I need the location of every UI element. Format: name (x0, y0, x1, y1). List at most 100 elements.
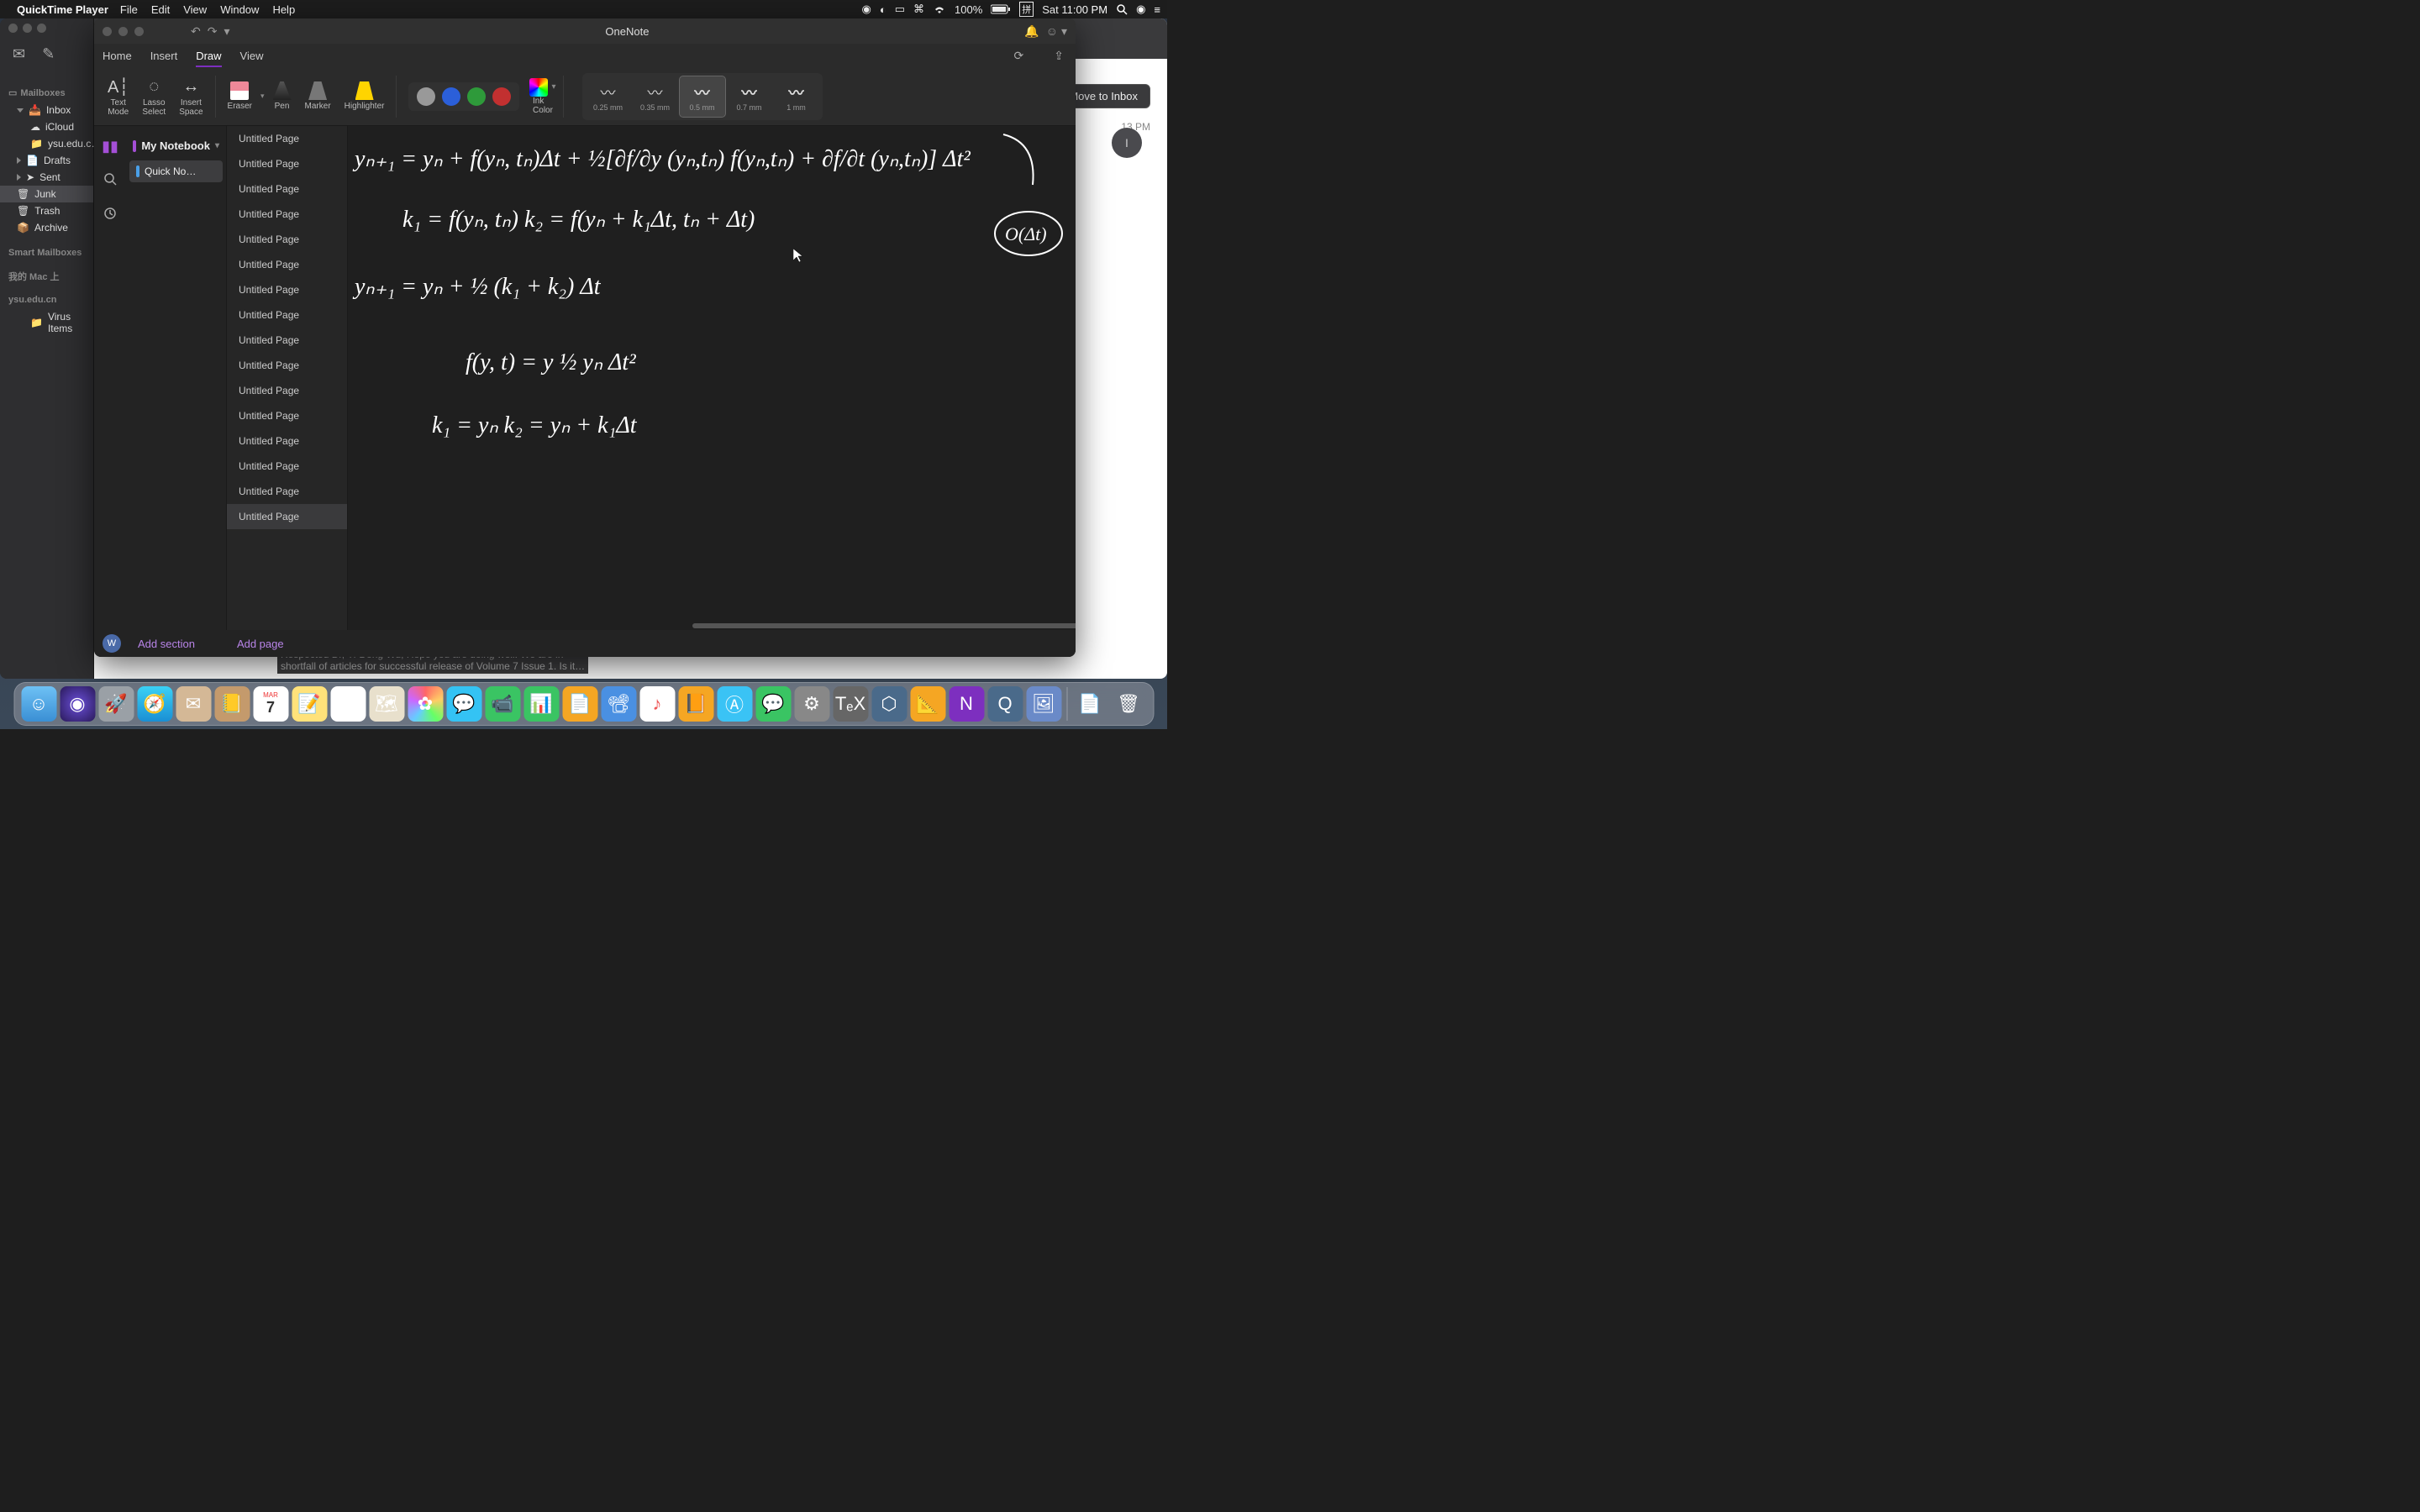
page-item[interactable]: Untitled Page (227, 378, 347, 403)
close-button[interactable] (103, 27, 112, 36)
page-item[interactable]: Untitled Page (227, 504, 347, 529)
color-gray[interactable] (417, 87, 435, 106)
disclosure-icon[interactable] (17, 174, 21, 181)
dock-trash[interactable]: 🗑 (1111, 686, 1146, 722)
dock-maps[interactable]: 🗺 (369, 686, 404, 722)
add-page-button[interactable]: Add page (237, 638, 284, 650)
add-section-button[interactable]: Add section (138, 638, 195, 650)
horizontal-scrollbar[interactable] (692, 623, 1076, 628)
zoom-button[interactable] (134, 27, 144, 36)
dock-pages[interactable]: 📄 (562, 686, 597, 722)
dock-itunes[interactable]: ♪ (639, 686, 675, 722)
dock-quicktime[interactable]: Q (987, 686, 1023, 722)
page-item[interactable]: Untitled Page (227, 176, 347, 202)
page-item[interactable]: Untitled Page (227, 202, 347, 227)
thickness-05[interactable]: 〰0.5 mm (680, 76, 725, 117)
dock-onenote[interactable]: N (949, 686, 984, 722)
minimize-button[interactable] (118, 27, 128, 36)
notebooks-icon[interactable]: ▮▮ (102, 138, 118, 155)
close-button[interactable] (8, 24, 18, 33)
dock-reminders[interactable]: ☑ (330, 686, 366, 722)
input-method-icon[interactable]: 拼 (1019, 2, 1034, 17)
dock-octave[interactable]: ⬡ (871, 686, 907, 722)
search-icon[interactable] (103, 172, 117, 190)
dock-siri[interactable]: ◉ (60, 686, 95, 722)
ink-canvas[interactable]: yₙ₊₁ = yₙ + f(yₙ, tₙ)Δt + ½[∂f/∂y (yₙ,tₙ… (348, 126, 1076, 630)
dock-safari[interactable]: 🧭 (137, 686, 172, 722)
color-red[interactable] (492, 87, 511, 106)
sent-item[interactable]: ➤Sent (0, 169, 93, 186)
page-item[interactable]: Untitled Page (227, 302, 347, 328)
tab-draw[interactable]: Draw (196, 50, 221, 67)
text-mode-button[interactable]: A┆ Text Mode (103, 76, 134, 117)
notification-center-icon[interactable]: ≡ (1154, 3, 1160, 16)
dock-matlab[interactable]: 📐 (910, 686, 945, 722)
dock-photos[interactable]: ✿ (408, 686, 443, 722)
menu-edit[interactable]: Edit (151, 3, 170, 16)
siri-icon[interactable]: ◉ (1136, 3, 1145, 16)
dock-notes[interactable]: 📝 (292, 686, 327, 722)
menu-help[interactable]: Help (272, 3, 295, 16)
dock-preferences[interactable]: ⚙ (794, 686, 829, 722)
airplay-icon[interactable]: ▭ (895, 3, 905, 16)
minimize-button[interactable] (23, 24, 32, 33)
app-name[interactable]: QuickTime Player (17, 3, 108, 16)
record-status-icon[interactable]: ◉ (862, 3, 871, 16)
menu-file[interactable]: File (120, 3, 138, 16)
thickness-07[interactable]: 〰0.7 mm (727, 76, 772, 117)
page-item[interactable]: Untitled Page (227, 227, 347, 252)
undo-icon[interactable]: ↶ (191, 24, 201, 39)
notebook-dropdown[interactable]: My Notebook ▾ (126, 134, 226, 157)
dock-wechat[interactable]: 💬 (755, 686, 791, 722)
dock-messages[interactable]: 💬 (446, 686, 481, 722)
redo-icon[interactable]: ↷ (208, 24, 218, 39)
qat-customize-icon[interactable]: ▾ (224, 24, 229, 39)
clock[interactable]: Sat 11:00 PM (1042, 3, 1107, 16)
lasso-select-button[interactable]: ◌ Lasso Select (137, 76, 171, 117)
ysu-inbox-item[interactable]: 📁ysu.edu.c… (0, 135, 93, 152)
page-item[interactable]: Untitled Page (227, 353, 347, 378)
tab-insert[interactable]: Insert (150, 50, 178, 62)
page-item[interactable]: Untitled Page (227, 428, 347, 454)
pen-button[interactable]: Pen (268, 79, 297, 113)
menu-view[interactable]: View (183, 3, 207, 16)
inbox-item[interactable]: 📥Inbox (0, 102, 93, 118)
spotlight-icon[interactable] (1116, 3, 1128, 15)
color-green[interactable] (467, 87, 486, 106)
page-item[interactable]: Untitled Page (227, 151, 347, 176)
compose-icon[interactable]: ✎ (42, 45, 55, 63)
junk-item[interactable]: 🗑Junk (0, 186, 93, 202)
dock-facetime[interactable]: 📹 (485, 686, 520, 722)
trash-item[interactable]: 🗑Trash (0, 202, 93, 219)
dock-launchpad[interactable]: 🚀 (98, 686, 134, 722)
sync-icon[interactable]: ⟳ (1014, 49, 1024, 63)
menu-window[interactable]: Window (220, 3, 259, 16)
marker-button[interactable]: Marker (300, 79, 336, 113)
dock-books[interactable]: 📙 (678, 686, 713, 722)
share-icon[interactable]: ⇪ (1054, 49, 1064, 63)
thickness-1[interactable]: 〰1 mm (774, 76, 819, 117)
notifications-icon[interactable]: 🔔 (1024, 24, 1039, 39)
drafts-item[interactable]: 📄Drafts (0, 152, 93, 169)
disclosure-icon[interactable] (17, 157, 21, 164)
icloud-inbox-item[interactable]: ☁iCloud (0, 118, 93, 135)
dock-numbers[interactable]: 📊 (523, 686, 559, 722)
bluetooth-icon[interactable]: ⌘ (913, 3, 924, 16)
dock-finder[interactable]: ☺ (21, 686, 56, 722)
dock-mail[interactable]: ✉ (176, 686, 211, 722)
wifi-icon[interactable] (933, 4, 946, 14)
tab-view[interactable]: View (240, 50, 264, 62)
dock-contacts[interactable]: 📒 (214, 686, 250, 722)
insert-space-button[interactable]: ↔ Insert Space (174, 76, 208, 117)
recent-icon[interactable] (103, 207, 117, 224)
zoom-button[interactable] (37, 24, 46, 33)
dock-keynote[interactable]: 📽 (601, 686, 636, 722)
eraser-button[interactable]: Eraser (223, 79, 257, 113)
color-blue[interactable] (442, 87, 460, 106)
thickness-035[interactable]: 〰0.35 mm (633, 76, 678, 117)
dock-preview[interactable]: 🖼 (1026, 686, 1061, 722)
page-item[interactable]: Untitled Page (227, 479, 347, 504)
dock-texshop[interactable]: TₑX (833, 686, 868, 722)
page-item[interactable]: Untitled Page (227, 277, 347, 302)
thickness-025[interactable]: 〰0.25 mm (586, 76, 631, 117)
